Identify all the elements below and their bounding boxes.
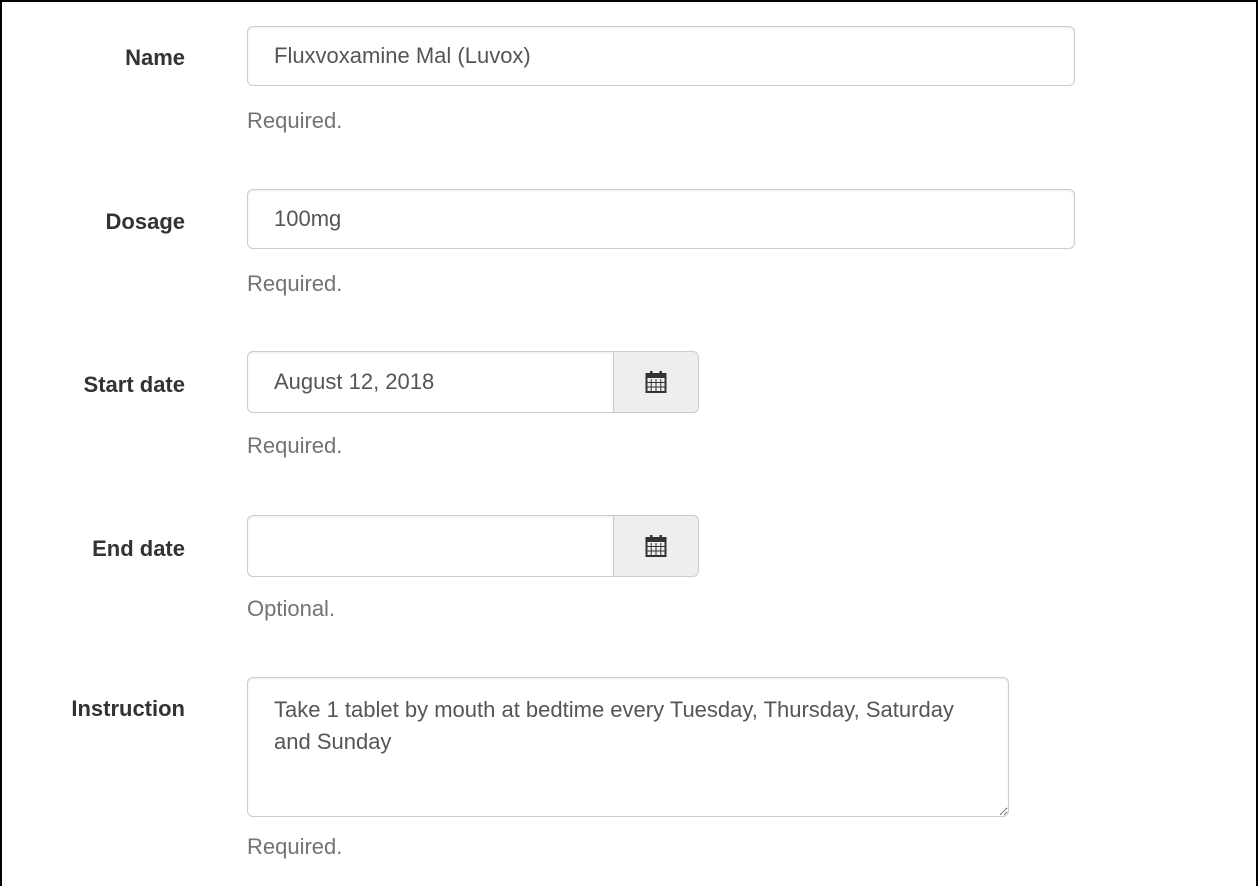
- start-date-help-text: Required.: [247, 433, 343, 458]
- dosage-help-text: Required.: [247, 271, 343, 296]
- end-date-label: End date: [92, 536, 185, 561]
- calendar-icon: [645, 535, 667, 557]
- name-label: Name: [125, 45, 185, 70]
- instruction-textarea[interactable]: Take 1 tablet by mouth at bedtime every …: [247, 677, 1009, 817]
- name-help-text: Required.: [247, 108, 343, 133]
- calendar-icon: [645, 371, 667, 393]
- name-input[interactable]: [247, 26, 1075, 86]
- end-date-input[interactable]: [247, 515, 613, 577]
- medication-form: Name Required. Dosage Required. Start da…: [0, 0, 1258, 886]
- start-date-input[interactable]: [247, 351, 613, 413]
- end-date-calendar-button[interactable]: [613, 515, 699, 577]
- start-date-calendar-button[interactable]: [613, 351, 699, 413]
- end-date-group: [247, 515, 699, 577]
- instruction-label: Instruction: [71, 696, 185, 721]
- start-date-group: [247, 351, 699, 413]
- start-date-label: Start date: [83, 372, 185, 397]
- dosage-label: Dosage: [105, 209, 185, 234]
- dosage-input[interactable]: [247, 189, 1075, 249]
- end-date-help-text: Optional.: [247, 596, 336, 621]
- instruction-help-text: Required.: [247, 834, 343, 859]
